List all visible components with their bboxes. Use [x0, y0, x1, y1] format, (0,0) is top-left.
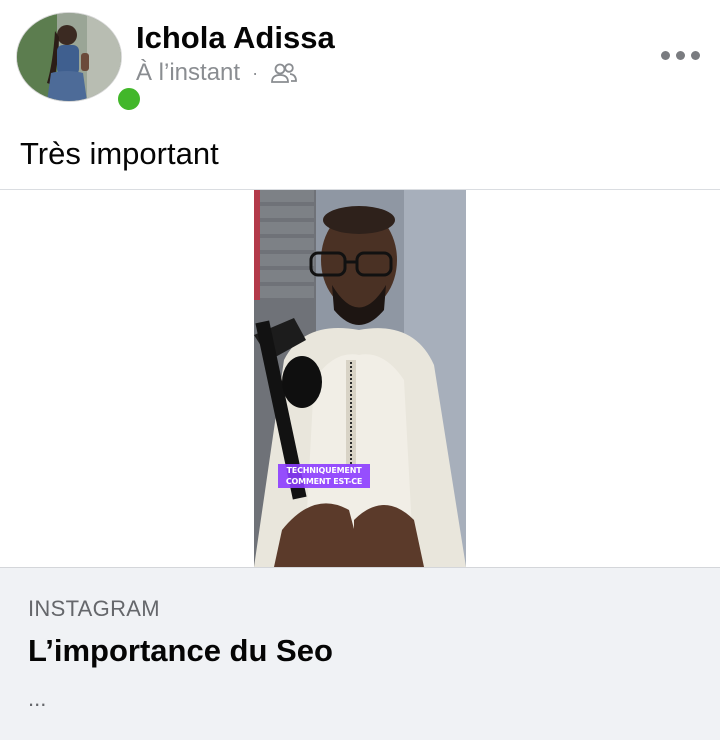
link-title[interactable]: L’importance du Seo [28, 633, 333, 669]
avatar-photo [17, 13, 121, 101]
post-text: Très important [20, 136, 219, 171]
caption-line: TECHNIQUEMENT [286, 466, 362, 475]
post-header: Ichola Adissa À l’instant · [0, 0, 720, 118]
link-preview-card[interactable]: INSTAGRAM L’importance du Seo ... [0, 567, 720, 740]
post-timestamp[interactable]: À l’instant [136, 59, 240, 87]
more-options-icon-dot [675, 50, 685, 60]
video-frame-image [254, 190, 466, 567]
author-name[interactable]: Ichola Adissa [136, 20, 335, 56]
post-meta: À l’instant · [136, 58, 298, 88]
video-caption: TECHNIQUEMENT COMMENT EST-CE [278, 464, 370, 488]
post-media: TECHNIQUEMENT COMMENT EST-CE [0, 190, 720, 567]
more-options-icon-dot [690, 50, 700, 60]
more-options-icon-dot [660, 50, 670, 60]
more-options-button[interactable] [652, 38, 708, 72]
link-source: INSTAGRAM [28, 596, 160, 621]
link-description: ... [28, 686, 47, 711]
meta-separator: · [252, 62, 259, 83]
avatar[interactable] [16, 12, 122, 102]
author-avatar-wrapper[interactable] [16, 12, 144, 114]
online-status-indicator [114, 84, 144, 114]
caption-line: COMMENT EST-CE [285, 477, 363, 486]
friends-icon[interactable] [270, 61, 298, 85]
video-thumbnail[interactable]: TECHNIQUEMENT COMMENT EST-CE [254, 190, 466, 567]
